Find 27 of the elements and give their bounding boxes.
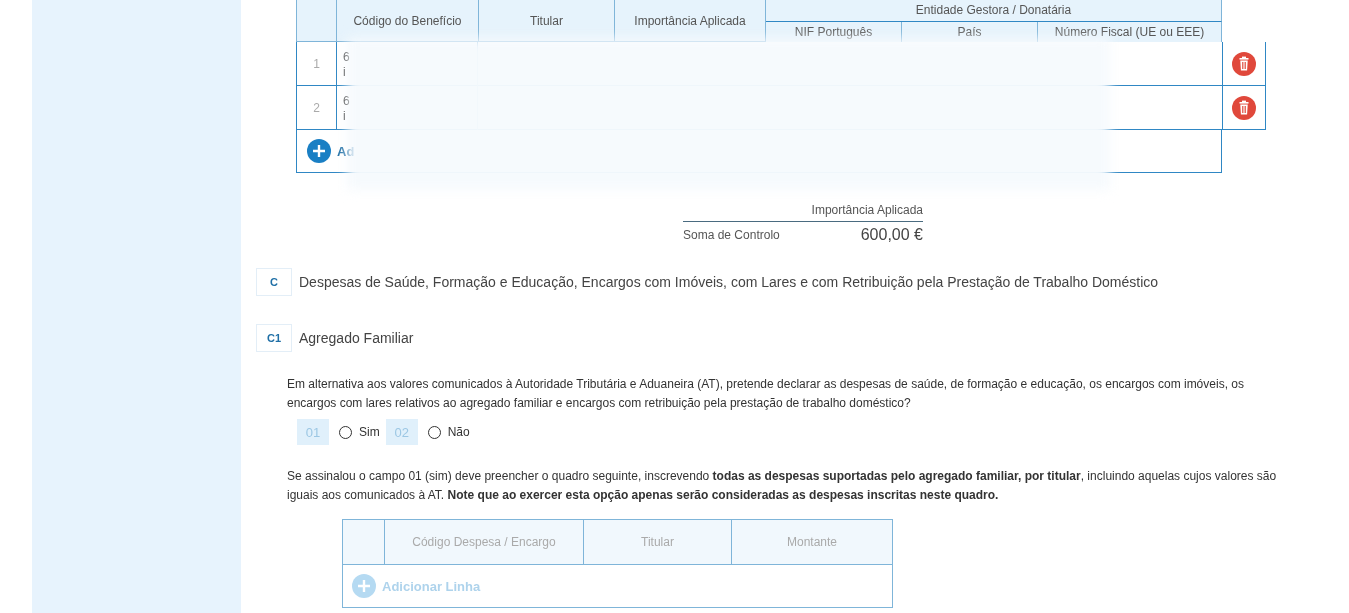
- group-header: Entidade Gestora / Donatária: [766, 0, 1222, 22]
- option-label[interactable]: Sim: [359, 425, 380, 439]
- section-code: C1: [256, 324, 292, 352]
- column-header: Importância Aplicada: [615, 0, 766, 41]
- delete-icon[interactable]: [1232, 95, 1256, 120]
- row-number: 2: [296, 86, 336, 130]
- column-header: Titular: [584, 520, 732, 564]
- section-title: Agregado Familiar: [299, 330, 414, 346]
- sum-label: Soma de Controlo: [683, 228, 780, 242]
- sum-value: 600,00 €: [860, 226, 923, 244]
- column-header: Código Despesa / Encargo: [385, 520, 584, 564]
- instruction-text: Se assinalou o campo 01 (sim) deve preencher o quadro seguinte, inscrevendo todas as despesas suportadas pelo agregado familiar, por titular, incluindo aquelas cujos valores são iguais aos comunicados à AT. Note que ao exercer esta opção apenas serão consideradas as despesas inscritas neste quadro.: [287, 468, 1278, 504]
- plus-icon: [352, 574, 376, 598]
- row-number: 1: [296, 42, 336, 86]
- field-number: 01: [297, 419, 329, 445]
- delete-icon[interactable]: [1232, 51, 1256, 76]
- option-label[interactable]: Não: [447, 425, 470, 439]
- plus-icon: [307, 139, 331, 163]
- question-text: Em alternativa aos valores comunicados à Autoridade Tributária e Aduaneira (AT), pretende declarar as despesas de saúde, de formação e educação, os encargos com imóveis, os encargos com lares relativos ao agregado familiar e encargos com retribuição pela prestação de trabalho doméstico?: [287, 376, 1245, 412]
- section-title: Despesas de Saúde, Formação e Educação, Encargos com Imóveis, com Lares e com Retribuição pela Prestação de Trabalho Doméstico: [299, 274, 1159, 290]
- column-label: Importância Aplicada: [683, 203, 923, 222]
- column-header: Código do Benefício: [337, 0, 479, 41]
- column-header: Montante: [785, 534, 838, 551]
- section-code: C: [256, 268, 292, 296]
- column-header: Número Fiscal (UE ou EEE): [1038, 22, 1222, 42]
- column-header: Titular: [479, 0, 615, 41]
- field-number: 02: [385, 419, 418, 445]
